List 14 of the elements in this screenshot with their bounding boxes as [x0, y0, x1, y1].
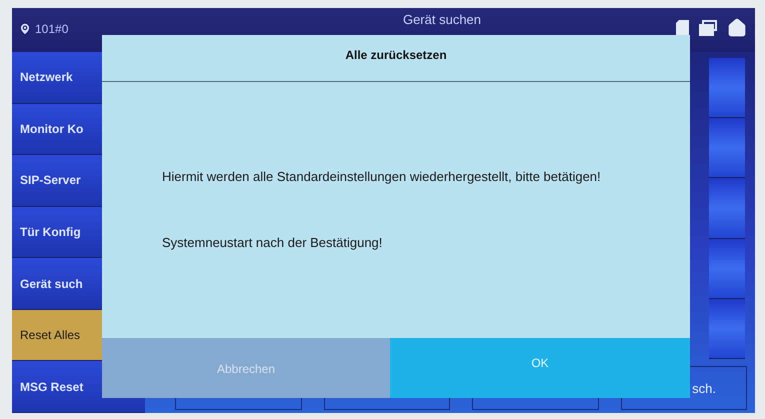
sd-card-icon	[676, 20, 689, 36]
dialog-message: Hiermit werden alle Standardeinstellungen wiederhergestellt, bitte betätigen!	[162, 168, 602, 186]
dialog-message: Systemneustart nach der Bestätigung!	[162, 234, 384, 252]
screen-title: Gerät suchen	[402, 12, 482, 27]
location-pin-icon	[18, 22, 32, 36]
settings-tile[interactable]	[709, 178, 745, 239]
settings-tile[interactable]	[709, 118, 745, 178]
dialog-title: Alle zurücksetzen	[102, 35, 690, 82]
home-icon[interactable]	[727, 18, 747, 38]
screens-icon	[699, 20, 717, 36]
location-label: 101#0	[35, 22, 68, 36]
settings-tile[interactable]	[709, 298, 745, 360]
settings-tile[interactable]	[709, 238, 745, 299]
settings-tile[interactable]	[709, 58, 745, 118]
